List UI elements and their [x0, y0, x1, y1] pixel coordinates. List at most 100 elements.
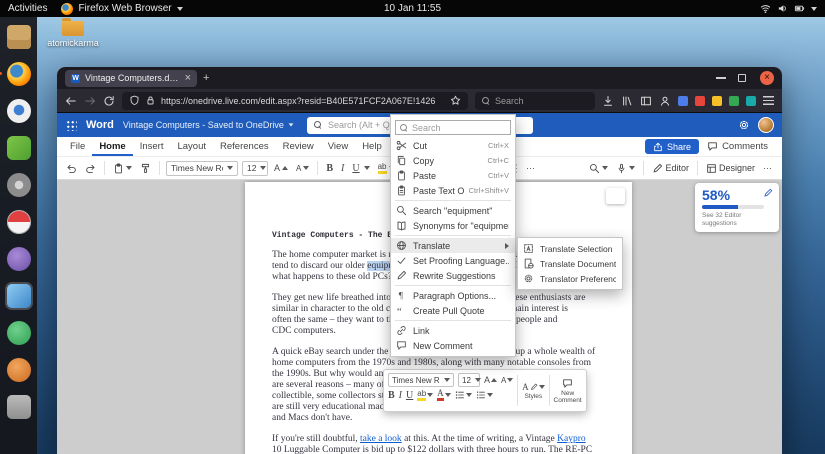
- desktop-folder-atomickarma[interactable]: atomickarma: [46, 21, 100, 48]
- back-button[interactable]: [65, 95, 77, 107]
- mini-font-name-combo[interactable]: Times New Ro: [388, 373, 454, 387]
- grow-font-button[interactable]: A: [272, 160, 290, 177]
- ribbon-overflow-button[interactable]: ⋯: [524, 160, 538, 177]
- ribbon-more-button[interactable]: ⋯: [761, 160, 775, 177]
- menu-item-rewrite-suggestions[interactable]: Rewrite Suggestions: [391, 268, 515, 283]
- doc-line[interactable]: If you're still doubtful, take a look at…: [272, 434, 632, 445]
- menu-item-paste-text-only[interactable]: Paste Text OnlyCtrl+Shift+V: [391, 183, 515, 198]
- account-icon[interactable]: [659, 95, 671, 107]
- doc-line[interactable]: 10 Luggable Computer is bid up to $122 d…: [272, 445, 632, 454]
- avatar[interactable]: [758, 117, 774, 133]
- submenu-item-translator-preferences[interactable]: Translator Preferences...: [518, 271, 622, 286]
- context-menu-search-input[interactable]: [412, 123, 506, 133]
- mini-italic-button[interactable]: I: [399, 390, 402, 401]
- forward-button[interactable]: [84, 95, 96, 107]
- app-menu[interactable]: Firefox Web Browser: [61, 3, 182, 15]
- paste-button[interactable]: [111, 160, 134, 177]
- extension-icon-teal[interactable]: [746, 96, 756, 106]
- font-size-combo[interactable]: 12: [242, 161, 268, 176]
- system-tray[interactable]: [760, 3, 817, 14]
- word-brand[interactable]: Word: [86, 119, 114, 131]
- dock-icon-files[interactable]: [5, 23, 33, 51]
- menu-item-paragraph-options[interactable]: Paragraph Options...: [391, 288, 515, 303]
- new-tab-button[interactable]: +: [203, 73, 209, 84]
- dock-icon-music[interactable]: [5, 356, 33, 384]
- share-button[interactable]: Share: [645, 139, 699, 154]
- reload-button[interactable]: [103, 95, 115, 107]
- browser-tab[interactable]: W Vintage Computers.docx ×: [65, 70, 197, 87]
- format-painter-button[interactable]: [138, 160, 153, 177]
- mini-numbering-button[interactable]: [476, 390, 493, 400]
- dock-icon-help-browser[interactable]: [5, 97, 33, 125]
- dock-icon-archive-manager[interactable]: [5, 393, 33, 421]
- find-button[interactable]: [587, 160, 610, 177]
- dock-icon-firefox[interactable]: [5, 60, 33, 88]
- activities-button[interactable]: Activities: [8, 3, 47, 14]
- url-bar[interactable]: https://onedrive.live.com/edit.aspx?resi…: [122, 92, 468, 110]
- menu-icon[interactable]: [763, 96, 774, 105]
- hyperlink[interactable]: Kaypro: [557, 434, 586, 444]
- tab-help[interactable]: Help: [355, 137, 389, 156]
- mini-grow-font-button[interactable]: A: [484, 375, 497, 385]
- font-name-combo[interactable]: Times New Ro: [166, 161, 238, 176]
- menu-item-synonyms[interactable]: Synonyms for "equipment": [391, 218, 515, 233]
- mini-font-color-button[interactable]: A: [437, 389, 451, 401]
- minimize-button[interactable]: [716, 77, 726, 79]
- extension-icon-yellow[interactable]: [712, 96, 722, 106]
- editor-button[interactable]: Editor: [650, 160, 691, 177]
- mini-font-size-combo[interactable]: 12: [458, 373, 480, 387]
- settings-gear-icon[interactable]: [738, 119, 750, 131]
- shrink-font-button[interactable]: A: [294, 160, 311, 177]
- editor-suggestions-link[interactable]: See 32 Editor suggestions: [702, 212, 760, 227]
- maximize-button[interactable]: [738, 74, 746, 82]
- browser-search-bar[interactable]: [475, 92, 595, 110]
- context-menu-search[interactable]: [395, 120, 511, 135]
- collapsed-comment-card[interactable]: [606, 188, 625, 204]
- extension-icon-red[interactable]: [695, 96, 705, 106]
- hyperlink[interactable]: take a look: [360, 434, 402, 444]
- tab-view[interactable]: View: [321, 137, 355, 156]
- tab-home[interactable]: Home: [92, 137, 132, 156]
- extension-icon-blue[interactable]: [678, 96, 688, 106]
- submenu-item-translate-document[interactable]: Translate Document: [518, 256, 622, 271]
- underline-button[interactable]: U: [350, 160, 371, 177]
- shield-icon[interactable]: [129, 95, 140, 106]
- mini-bullets-button[interactable]: [455, 390, 472, 400]
- menu-item-search-equipment[interactable]: Search "equipment": [391, 203, 515, 218]
- menu-item-set-proofing-language[interactable]: Set Proofing Language...: [391, 253, 515, 268]
- dock-icon-software[interactable]: [5, 134, 33, 162]
- mini-underline-button[interactable]: U: [406, 390, 413, 401]
- tab-references[interactable]: References: [213, 137, 276, 156]
- submenu-item-translate-selection[interactable]: Translate Selection: [518, 241, 622, 256]
- dock-icon-phone[interactable]: [5, 319, 33, 347]
- tab-file[interactable]: File: [63, 137, 92, 156]
- close-button[interactable]: ×: [760, 71, 774, 85]
- menu-item-new-comment[interactable]: New Comment: [391, 338, 515, 353]
- sidebar-icon[interactable]: [640, 95, 652, 107]
- library-icon[interactable]: [621, 95, 633, 107]
- tab-review[interactable]: Review: [276, 137, 321, 156]
- dictate-button[interactable]: [614, 160, 637, 177]
- editor-score-card[interactable]: 58% See 32 Editor suggestions: [695, 183, 779, 232]
- tab-close-icon[interactable]: ×: [185, 73, 191, 84]
- menu-item-cut[interactable]: CutCtrl+X: [391, 138, 515, 153]
- lock-icon[interactable]: [145, 95, 156, 106]
- document-name-header[interactable]: Vintage Computers - Saved to OneDrive: [123, 120, 294, 130]
- menu-item-create-pull-quote[interactable]: Create Pull Quote: [391, 303, 515, 318]
- bookmark-star-icon[interactable]: [450, 95, 461, 106]
- dock-icon-active-app[interactable]: [5, 282, 33, 310]
- menu-item-translate[interactable]: Translate: [391, 238, 515, 253]
- comments-button[interactable]: Comments: [699, 141, 776, 152]
- redo-button[interactable]: [83, 160, 98, 177]
- new-comment-button[interactable]: New Comment: [553, 373, 582, 408]
- extension-icon-green[interactable]: [729, 96, 739, 106]
- menu-item-link[interactable]: Link: [391, 323, 515, 338]
- tab-layout[interactable]: Layout: [170, 137, 213, 156]
- menu-item-copy[interactable]: CopyCtrl+C: [391, 153, 515, 168]
- mini-highlight-button[interactable]: ab: [417, 389, 433, 401]
- download-icon[interactable]: [602, 95, 614, 107]
- menu-item-paste[interactable]: PasteCtrl+V: [391, 168, 515, 183]
- styles-button[interactable]: A Styles: [522, 373, 545, 408]
- undo-button[interactable]: [64, 160, 79, 177]
- mini-bold-button[interactable]: B: [388, 390, 395, 401]
